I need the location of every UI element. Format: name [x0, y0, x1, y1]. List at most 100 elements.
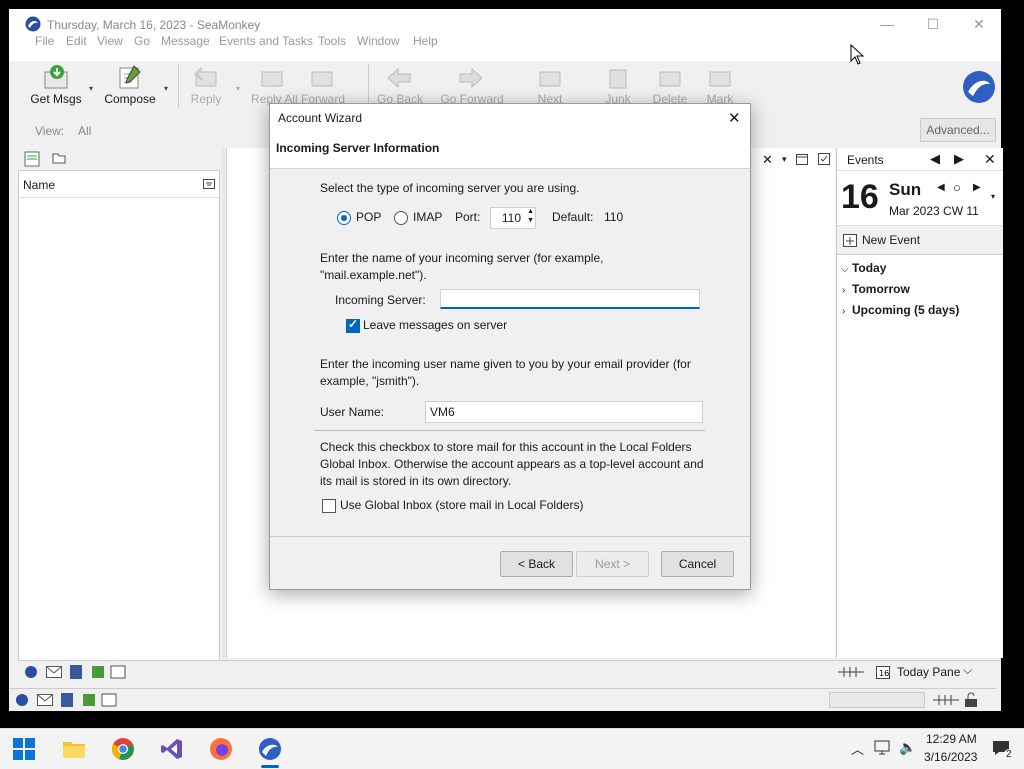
imap-label[interactable]: IMAP: [413, 210, 442, 224]
port-field[interactable]: 110 ▲ ▼: [490, 207, 536, 229]
composer-icon[interactable]: [81, 692, 97, 708]
tab-list-icon[interactable]: ▾: [782, 154, 787, 165]
compose-button[interactable]: Compose: [100, 56, 160, 110]
get-msgs-dropdown-icon[interactable]: ▾: [89, 84, 93, 93]
next-day-icon[interactable]: ▶: [954, 151, 964, 167]
mini-next-icon[interactable]: ▶: [973, 182, 981, 193]
clock-date[interactable]: 3/16/2023: [924, 750, 977, 764]
global-inbox-checkbox[interactable]: [322, 499, 336, 513]
menu-go[interactable]: Go: [134, 34, 150, 48]
port-spinner-icon[interactable]: ▲ ▼: [527, 207, 534, 225]
cancel-button[interactable]: Cancel: [661, 551, 734, 577]
leave-messages-label[interactable]: Leave messages on server: [363, 318, 507, 332]
close-pane-icon[interactable]: ✕: [984, 151, 996, 168]
compose-icon: [119, 65, 141, 89]
menu-edit[interactable]: Edit: [66, 34, 87, 48]
leave-messages-checkbox[interactable]: [346, 317, 360, 333]
mini-prev-icon[interactable]: ◀: [937, 182, 945, 193]
menu-tools[interactable]: Tools: [318, 34, 346, 48]
start-icon[interactable]: [12, 737, 36, 761]
next-button-disabled[interactable]: Next >: [576, 551, 649, 577]
get-msgs-button[interactable]: Get Msgs: [28, 56, 84, 110]
address-book-icon[interactable]: [59, 692, 75, 708]
menu-events-and-tasks[interactable]: Events and Tasks: [219, 34, 313, 48]
calendar-view-icon[interactable]: [796, 153, 808, 165]
chatzilla-icon[interactable]: [101, 693, 117, 707]
close-button[interactable]: ✕: [956, 9, 1002, 39]
visual-studio-icon[interactable]: [160, 737, 184, 761]
view-select[interactable]: All: [78, 124, 91, 138]
mini-menu-icon[interactable]: ▾: [991, 192, 995, 201]
incoming-server-input[interactable]: [440, 289, 700, 309]
seamonkey-taskbar-icon[interactable]: [258, 737, 282, 761]
taskbar: ︿ 🔈 12:29 AM 3/16/2023 2: [0, 728, 1024, 769]
browser-icon[interactable]: [24, 665, 38, 679]
today-pane-toggle[interactable]: Today Pane: [897, 665, 960, 679]
pop-label[interactable]: POP: [356, 210, 381, 224]
clock-time[interactable]: 12:29 AM: [926, 732, 977, 746]
advanced-button[interactable]: Advanced...: [920, 118, 996, 142]
address-book-icon[interactable]: [68, 664, 84, 680]
next-message-icon: [539, 71, 561, 87]
forward-arrow-icon: [459, 67, 483, 89]
menu-view[interactable]: View: [97, 34, 123, 48]
calendar-mode-icon[interactable]: [838, 666, 864, 678]
online-status-icon[interactable]: [933, 694, 959, 706]
reply-all-icon: [261, 71, 283, 87]
volume-icon[interactable]: 🔈: [899, 739, 916, 756]
seamonkey-throbber-icon[interactable]: [962, 70, 996, 104]
menu-file[interactable]: File: [35, 34, 54, 48]
delete-button[interactable]: Delete: [648, 56, 692, 110]
menu-window[interactable]: Window: [357, 34, 400, 48]
username-input[interactable]: VM6: [425, 401, 703, 423]
column-picker-icon[interactable]: [203, 179, 215, 189]
back-button[interactable]: < Back: [500, 551, 573, 577]
composer-icon[interactable]: [90, 664, 106, 680]
mark-icon: [709, 71, 731, 87]
agenda-group-upcoming[interactable]: › Upcoming (5 days): [842, 303, 959, 317]
mail-icon[interactable]: [37, 694, 53, 706]
port-label: Port:: [455, 210, 481, 224]
menu-help[interactable]: Help: [413, 34, 438, 48]
new-event-button[interactable]: New Event: [837, 226, 1003, 254]
browser-icon[interactable]: [15, 693, 29, 707]
mail-icon[interactable]: [46, 666, 62, 678]
go-back-button[interactable]: Go Back: [372, 56, 428, 110]
go-forward-button[interactable]: Go Forward: [438, 56, 506, 110]
firefox-icon[interactable]: [209, 737, 233, 761]
chatzilla-icon[interactable]: [110, 665, 126, 679]
junk-button[interactable]: Junk: [598, 56, 638, 110]
next-button[interactable]: Next: [530, 56, 570, 110]
agenda-group-today[interactable]: ⌵ Today: [841, 261, 886, 275]
previous-day-icon[interactable]: ◀: [930, 151, 940, 167]
get-messages-icon: [44, 65, 68, 89]
imap-radio[interactable]: [394, 211, 408, 225]
tasks-view-icon[interactable]: [818, 153, 830, 165]
reply-all-forward-button[interactable]: Reply All Forward: [248, 56, 348, 110]
title-bar: Thursday, March 16, 2023 - SeaMonkey — ☐…: [9, 9, 1001, 39]
menu-message[interactable]: Message: [161, 34, 210, 48]
minimize-button[interactable]: —: [864, 9, 910, 39]
reply-button[interactable]: Reply: [184, 56, 228, 110]
reply-dropdown-icon[interactable]: ▾: [236, 84, 240, 93]
global-inbox-label[interactable]: Use Global Inbox (store mail in Local Fo…: [340, 498, 583, 512]
compose-dropdown-icon[interactable]: ▾: [164, 84, 168, 93]
agenda-group-tomorrow[interactable]: › Tomorrow: [842, 282, 910, 296]
folder-column-header[interactable]: Name: [23, 178, 55, 192]
mini-today-icon[interactable]: ○: [953, 180, 961, 195]
pop-radio[interactable]: [337, 211, 351, 225]
close-tab-icon[interactable]: ✕: [762, 152, 773, 168]
network-icon[interactable]: [874, 740, 892, 756]
security-lock-icon[interactable]: [963, 692, 979, 708]
dialog-close-button[interactable]: ✕: [728, 109, 741, 127]
file-explorer-icon[interactable]: [62, 737, 86, 761]
maximize-button[interactable]: ☐: [910, 9, 956, 39]
mail-folders-icon[interactable]: [24, 151, 40, 167]
mark-button[interactable]: Mark: [700, 56, 740, 110]
chevron-down-icon[interactable]: ⌵: [963, 663, 972, 678]
folder-tree[interactable]: Name: [18, 170, 220, 662]
folder-icon[interactable]: [52, 152, 66, 164]
pane-splitter[interactable]: [222, 148, 225, 658]
show-hidden-icons-icon[interactable]: ︿: [851, 739, 864, 758]
chrome-icon[interactable]: [111, 737, 135, 761]
